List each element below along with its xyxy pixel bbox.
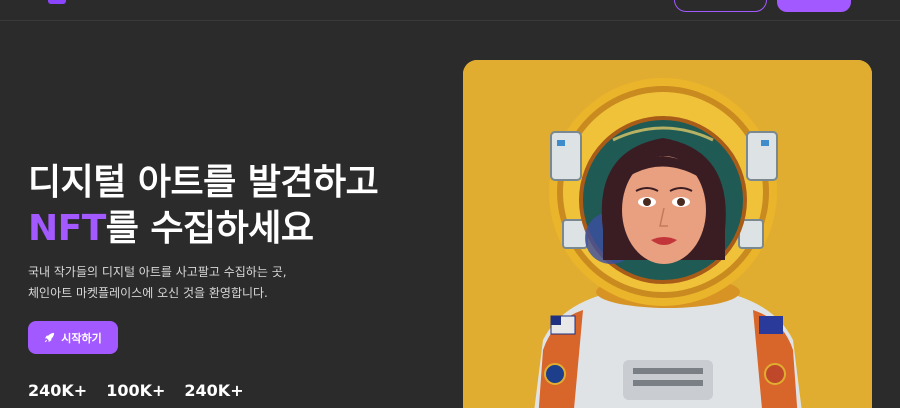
astronaut-artwork (463, 60, 872, 408)
nav-outline-button[interactable] (674, 0, 767, 12)
hero-title-line2: 를 수집하세요 (105, 208, 314, 249)
hero-description-line1: 국내 작가들의 디지털 아트를 사고팔고 수집하는 곳, (28, 265, 287, 279)
hero-title: 디지털 아트를 발견하고 NFT를 수집하세요 (28, 160, 448, 252)
logo-text[interactable] (86, 0, 116, 4)
top-navigation (0, 0, 900, 21)
hero-title-accent: NFT (28, 208, 106, 249)
hero-description: 국내 작가들의 디지털 아트를 사고팔고 수집하는 곳, 체인아트 마켓플레이스… (28, 262, 448, 304)
hero-artwork-card[interactable] (463, 60, 872, 408)
start-button[interactable]: 시작하기 (28, 321, 118, 354)
stat-value: 100K+ (106, 381, 166, 400)
nav-primary-button[interactable] (777, 0, 851, 12)
rocket-icon (45, 332, 55, 343)
hero-description-line2: 체인아트 마켓플레이스에 오신 것을 환영합니다. (28, 286, 268, 300)
stat-value: 240K+ (28, 381, 88, 400)
stat-value: 240K+ (184, 381, 244, 400)
stats-row: 240K+ 100K+ 240K+ (28, 381, 244, 400)
start-button-label: 시작하기 (61, 331, 102, 345)
hero-title-line1: 디지털 아트를 발견하고 (28, 162, 379, 203)
logo-icon[interactable] (48, 0, 66, 4)
page: 디지털 아트를 발견하고 NFT를 수집하세요 국내 작가들의 디지털 아트를 … (0, 0, 900, 408)
